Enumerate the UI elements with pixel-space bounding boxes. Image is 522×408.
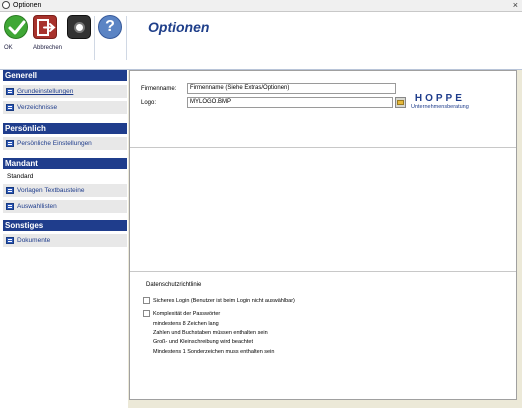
settings-icon — [6, 237, 14, 244]
firmenname-label: Firmenname: — [141, 86, 177, 92]
camera-icon — [67, 15, 91, 39]
datenschutz-title: Datenschutzrichtlinie — [146, 282, 202, 288]
sidebar-item-dokumente[interactable]: Dokumente — [3, 234, 127, 247]
settings-icon — [6, 140, 14, 147]
logo-brand: HOPPE — [414, 93, 465, 104]
logo-label: Logo: — [141, 100, 157, 106]
sidebar: Generell Grundeinstellungen Verzeichniss… — [0, 70, 128, 408]
sidebar-item-verzeichnisse[interactable]: Verzeichnisse — [3, 101, 127, 114]
page-title: Optionen — [148, 19, 210, 35]
logo-tagline: Unternehmensberatung — [411, 104, 469, 110]
password-rule: Zahlen und Buchstaben müssen enthalten s… — [153, 330, 268, 336]
passwort-komplexitaet-label: Komplexität der Passwörter — [153, 311, 221, 317]
ok-label: OK — [4, 45, 13, 51]
divider — [130, 271, 516, 272]
sidebar-item-persoenliche-einstellungen[interactable]: Persönliche Einstellungen — [3, 137, 127, 150]
sidebar-item-vorlagen-textbausteine[interactable]: Vorlagen Textbausteine — [3, 184, 127, 197]
close-icon[interactable]: × — [513, 0, 518, 10]
title-bar: Optionen × — [0, 0, 522, 12]
logo-preview: HOPPE Unternehmensberatung — [411, 93, 469, 110]
cancel-button[interactable]: Abbrechen — [33, 15, 62, 51]
ok-button[interactable]: OK — [4, 15, 28, 51]
settings-icon — [6, 88, 14, 95]
sidebar-item-standard[interactable]: Standard — [3, 170, 127, 183]
camera-button[interactable] — [67, 15, 91, 39]
cancel-label: Abbrechen — [33, 45, 63, 51]
sidebar-item-grundeinstellungen[interactable]: Grundeinstellungen — [3, 85, 127, 98]
sicheres-login-label: Sicheres Login (Benutzer ist beim Login … — [153, 298, 295, 304]
toolbar-separator — [94, 16, 95, 60]
window-title: Optionen — [13, 2, 42, 9]
help-button[interactable]: ? — [98, 15, 122, 39]
section-persoenlich: Persönlich — [3, 123, 127, 134]
settings-icon — [6, 104, 14, 111]
exit-icon — [33, 15, 57, 39]
passwort-komplexitaet-checkbox[interactable] — [143, 310, 150, 317]
settings-icon — [6, 203, 14, 210]
toolbar: OK Abbrechen ? — [0, 12, 522, 70]
section-generell: Generell — [3, 70, 127, 81]
toolbar-separator — [126, 16, 127, 60]
sidebar-item-auswahllisten[interactable]: Auswahllisten — [3, 200, 127, 213]
settings-icon — [6, 187, 14, 194]
folder-icon — [397, 100, 404, 105]
section-mandant: Mandant — [3, 158, 127, 169]
password-rule: Groß- und Kleinschreibung wird beachtet — [153, 339, 253, 345]
password-rule: Mindestens 1 Sonderzeichen muss enthalte… — [153, 349, 275, 355]
firmenname-field[interactable]: Firmenname (Siehe Extras/Optionen) — [187, 83, 396, 94]
password-rule: mindestens 8 Zeichen lang — [153, 321, 219, 327]
checkmark-icon — [4, 15, 28, 39]
logo-field[interactable]: MYLOGO.BMP — [187, 97, 393, 108]
sicheres-login-checkbox[interactable] — [143, 297, 150, 304]
app-icon — [2, 1, 10, 9]
divider — [130, 147, 516, 148]
section-sonstiges: Sonstiges — [3, 220, 127, 231]
browse-button[interactable] — [395, 97, 406, 108]
help-icon: ? — [98, 15, 122, 39]
